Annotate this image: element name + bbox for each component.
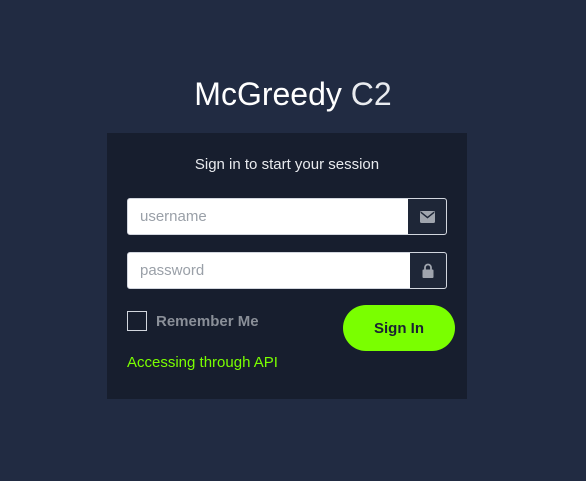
logo-suffix-text: C2 bbox=[350, 76, 392, 112]
app-logo: McGreedy C2 bbox=[0, 73, 586, 115]
username-field-group bbox=[127, 198, 447, 235]
remember-me-checkbox[interactable] bbox=[127, 311, 147, 331]
password-field-group bbox=[127, 252, 447, 289]
password-addon bbox=[410, 253, 446, 288]
login-box: Sign in to start your session Remembe bbox=[107, 133, 467, 399]
remember-me-control[interactable]: Remember Me bbox=[127, 311, 259, 331]
sign-in-button[interactable]: Sign In bbox=[343, 305, 455, 351]
envelope-icon bbox=[419, 210, 435, 223]
lock-icon bbox=[422, 263, 434, 278]
username-input[interactable] bbox=[128, 199, 408, 234]
username-addon bbox=[408, 199, 446, 234]
login-box-message: Sign in to start your session bbox=[194, 156, 380, 173]
logo-main-text: McGreedy bbox=[194, 76, 342, 112]
password-input[interactable] bbox=[128, 253, 410, 288]
login-page: McGreedy C2 Sign in to start your sessio… bbox=[0, 0, 586, 481]
api-access-link[interactable]: Accessing through API bbox=[127, 353, 278, 373]
remember-me-label: Remember Me bbox=[156, 312, 259, 330]
